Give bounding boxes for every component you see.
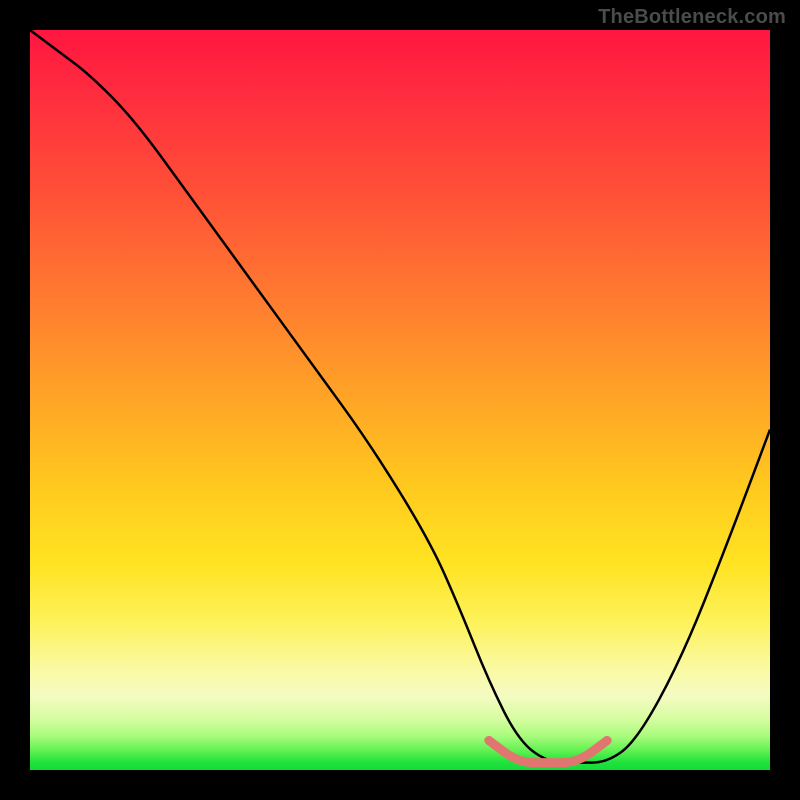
watermark-text: TheBottleneck.com: [598, 6, 786, 29]
curve-layer: [30, 30, 770, 770]
plot-area: [30, 30, 770, 770]
bottleneck-curve: [30, 30, 770, 763]
valley-highlight: [489, 740, 607, 762]
chart-container: TheBottleneck.com: [0, 0, 800, 800]
